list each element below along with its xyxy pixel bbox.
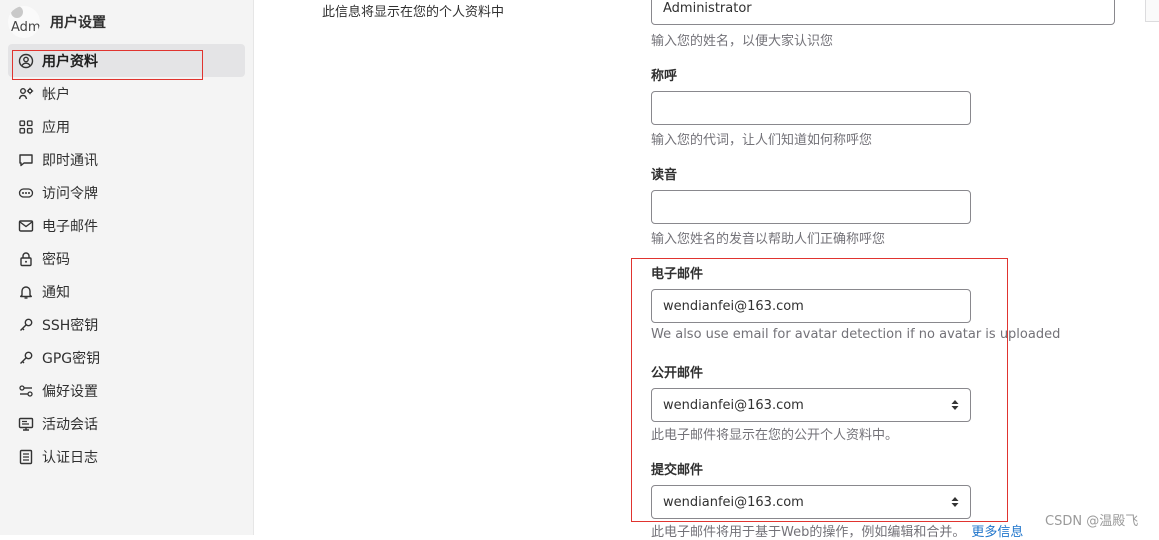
sidebar-item-label: 认证日志 [42,449,98,466]
right-panel-edge [1145,0,1159,22]
more-info-link[interactable]: 更多信息 [971,525,1023,540]
key-icon [18,350,34,366]
name-input-value: Administrator [663,0,752,16]
chat-bubble-icon [18,152,34,168]
name-input[interactable]: Administrator [651,0,1115,25]
email-help-text: We also use email for avatar detection i… [651,327,1061,342]
sidebar-item-label: 即时通讯 [42,152,98,169]
pronunciation-help-text: 输入您姓名的发音以帮助人们正确称呼您 [651,232,886,247]
sidebar-item-label: SSH密钥 [42,317,99,334]
sidebar-item-label: 密码 [42,251,70,268]
sidebar-item-active-sessions[interactable]: 活动会话 [8,407,245,440]
commit-email-help-message: 此电子邮件将用于基于Web的操作，例如编辑和合并。 [651,525,966,540]
pronouns-label: 称呼 [651,69,678,84]
monitor-icon [18,416,34,432]
sidebar-item-label: 应用 [42,119,70,136]
sidebar-item-auth-log[interactable]: 认证日志 [8,440,245,473]
name-help-text: 输入您的姓名，以便大家认识您 [651,34,834,49]
sidebar-item-gpg-keys[interactable]: GPG密钥 [8,341,245,374]
commit-email-help-text: 此电子邮件将用于基于Web的操作，例如编辑和合并。 更多信息 [651,521,1023,540]
avatar[interactable]: Adm [8,6,40,38]
watermark: CSDN @温殿飞 [1045,514,1139,529]
sidebar-item-ssh-keys[interactable]: SSH密钥 [8,308,245,341]
avatar-alt-text: Adm [11,20,40,35]
sidebar-item-preferences[interactable]: 偏好设置 [8,374,245,407]
public-email-selected-value: wendianfei@163.com [663,397,804,413]
applications-grid-icon [18,119,34,135]
token-dots-icon [18,185,34,201]
key-icon [18,317,34,333]
sidebar-item-label: 偏好设置 [42,383,98,400]
sidebar-item-label: 帐户 [42,86,70,103]
sidebar-item-notifications[interactable]: 通知 [8,275,245,308]
avatar-image-icon [11,6,23,18]
commit-email-label: 提交邮件 [651,463,704,478]
preferences-icon [18,383,34,399]
mail-icon [18,218,34,234]
public-email-help-text: 此电子邮件将显示在您的公开个人资料中。 [651,428,899,443]
sidebar-item-label: 电子邮件 [42,218,98,235]
commit-email-select[interactable]: wendianfei@163.com [651,485,971,519]
sidebar-item-access-tokens[interactable]: 访问令牌 [8,176,245,209]
email-field[interactable]: wendianfei@163.com [651,289,971,323]
pronunciation-input[interactable] [651,190,971,224]
sidebar-item-chat[interactable]: 即时通讯 [8,143,245,176]
sidebar-item-emails[interactable]: 电子邮件 [8,209,245,242]
pronunciation-label: 读音 [651,168,678,183]
sidebar-item-password[interactable]: 密码 [8,242,245,275]
user-profile-icon [18,53,34,69]
sidebar-item-applications[interactable]: 应用 [8,110,245,143]
email-field-value: wendianfei@163.com [663,298,804,314]
sidebar-item-profile[interactable]: 用户资料 [8,44,245,77]
pronouns-input[interactable] [651,91,971,125]
sidebar-item-label: 通知 [42,284,70,301]
section-description: 此信息将显示在您的个人资料中 [322,5,505,20]
sidebar-title: 用户设置 [50,15,106,31]
sidebar-item-label: 访问令牌 [42,185,98,202]
email-label: 电子邮件 [651,267,704,282]
sidebar-nav: 用户资料 帐户 应用 即时通讯 访问令牌 电子邮件 密码 通知 SSH密钥 GP… [8,44,245,473]
lock-icon [18,251,34,267]
sidebar-item-label: GPG密钥 [42,350,101,367]
account-gear-icon [18,86,34,102]
sidebar-item-label: 活动会话 [42,416,98,433]
select-caret-icon [951,497,959,507]
commit-email-selected-value: wendianfei@163.com [663,494,804,510]
public-email-label: 公开邮件 [651,366,704,381]
sidebar-header: Adm 用户设置 [8,6,106,38]
bell-icon [18,284,34,300]
public-email-select[interactable]: wendianfei@163.com [651,388,971,422]
profile-form: 此信息将显示在您的个人资料中 Administrator 输入您的姓名，以便大家… [254,0,1159,540]
sidebar-item-account[interactable]: 帐户 [8,77,245,110]
sidebar-item-label: 用户资料 [42,53,98,70]
log-list-icon [18,449,34,465]
select-caret-icon [951,400,959,410]
pronouns-help-text: 输入您的代词，让人们知道如何称呼您 [651,133,873,148]
sidebar: Adm 用户设置 用户资料 帐户 应用 即时通讯 访问令牌 电子邮件 密码 通知… [0,0,254,535]
